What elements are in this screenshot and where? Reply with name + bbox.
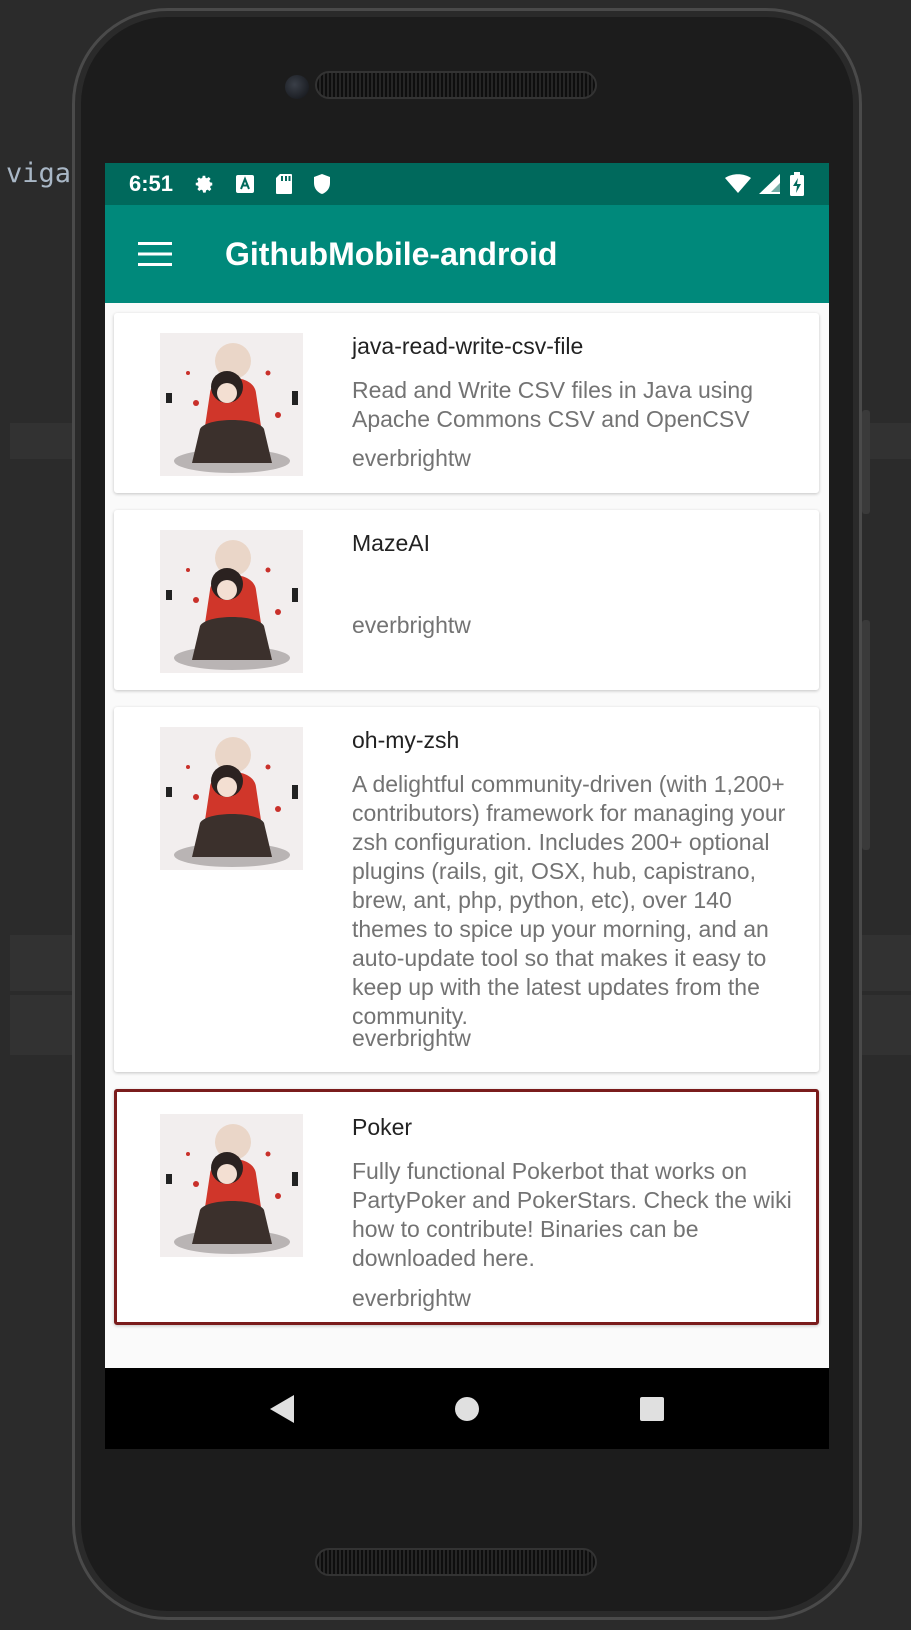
home-button[interactable] bbox=[437, 1379, 497, 1439]
owner-avatar bbox=[160, 727, 303, 870]
back-icon bbox=[270, 1394, 295, 1423]
bottom-speaker-grille bbox=[315, 1548, 597, 1576]
repo-owner: everbrightw bbox=[352, 1285, 471, 1311]
home-icon bbox=[454, 1396, 479, 1421]
recents-icon bbox=[639, 1396, 664, 1421]
repo-owner: everbrightw bbox=[352, 445, 471, 471]
a-badge-icon bbox=[236, 175, 255, 193]
shield-icon bbox=[314, 174, 331, 194]
back-button[interactable] bbox=[252, 1379, 312, 1439]
hamburger-menu-icon bbox=[138, 242, 172, 266]
device-screen: 6:51 GithubMobile-android java-read-writ… bbox=[105, 163, 829, 1449]
repo-name: MazeAI bbox=[352, 530, 430, 556]
repo-card[interactable]: MazeAI everbrightw bbox=[114, 510, 819, 690]
app-bar: GithubMobile-android bbox=[105, 205, 829, 303]
volume-rocker bbox=[862, 620, 870, 850]
repo-name: java-read-write-csv-file bbox=[352, 333, 584, 359]
repo-description: Read and Write CSV files in Java using A… bbox=[352, 377, 753, 432]
navigation-drawer-button[interactable] bbox=[105, 205, 205, 303]
recents-button[interactable] bbox=[622, 1379, 682, 1439]
ide-code-snippet: viga bbox=[6, 158, 72, 189]
battery-charging-icon bbox=[790, 172, 804, 196]
top-speaker-grille bbox=[315, 71, 597, 99]
gear-icon bbox=[195, 175, 213, 193]
repo-name: Poker bbox=[352, 1114, 413, 1140]
repo-owner: everbrightw bbox=[352, 612, 471, 638]
repo-name: oh-my-zsh bbox=[352, 727, 460, 753]
system-navigation-bar bbox=[105, 1368, 829, 1449]
repo-owner: everbrightw bbox=[352, 1025, 471, 1051]
owner-avatar bbox=[160, 1114, 303, 1257]
repo-description: A delightful community-driven (with 1,20… bbox=[352, 771, 786, 1029]
owner-avatar bbox=[160, 333, 303, 476]
repo-card[interactable]: java-read-write-csv-file Read and Write … bbox=[114, 313, 819, 493]
cell-signal-icon bbox=[759, 174, 780, 194]
wifi-icon bbox=[725, 174, 751, 193]
front-camera bbox=[285, 75, 309, 99]
owner-avatar bbox=[160, 530, 303, 673]
status-bar: 6:51 bbox=[105, 163, 829, 205]
repo-list[interactable]: java-read-write-csv-file Read and Write … bbox=[105, 303, 829, 1368]
app-title: GithubMobile-android bbox=[225, 235, 558, 272]
sd-card-icon bbox=[276, 174, 293, 194]
power-button bbox=[862, 410, 870, 514]
status-time: 6:51 bbox=[129, 171, 174, 196]
repo-card[interactable]: oh-my-zsh A delightful community-driven … bbox=[114, 707, 819, 1072]
repo-card-focused[interactable]: Poker Fully functional Pokerbot that wor… bbox=[114, 1089, 819, 1325]
repo-description: Fully functional Pokerbot that works on … bbox=[352, 1158, 792, 1271]
